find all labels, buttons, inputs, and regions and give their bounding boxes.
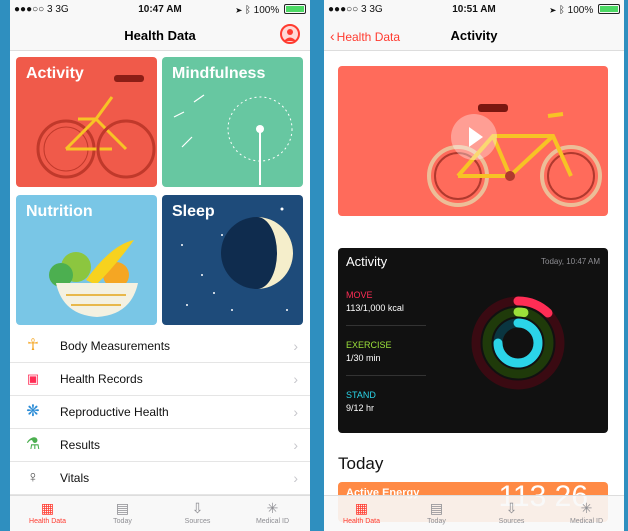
page-title: Activity	[450, 28, 498, 43]
status-bar: ●●●○○ 3 3G 10:51 AM ➤ ᛒ 100%	[324, 0, 624, 20]
battery-icon	[598, 4, 620, 14]
dandelion-icon	[173, 94, 293, 185]
play-icon[interactable]	[451, 114, 497, 160]
card-timestamp: Today, 10:47 AM	[541, 257, 600, 266]
battery-status: ➤ ᛒ 100%	[236, 4, 306, 16]
list-item-results[interactable]: ⚗ Results ›	[10, 429, 310, 462]
card-title: Activity	[346, 254, 388, 269]
medical-star-icon: ✳	[266, 500, 279, 516]
nav-bar: ‹ Health Data Activity	[324, 20, 624, 51]
tab-label: Health Data	[29, 518, 66, 525]
category-list: ☥ Body Measurements › ▣ Health Records ›…	[10, 330, 310, 495]
tab-health-data[interactable]: ▦ Health Data	[10, 500, 85, 525]
stand-label: STAND	[346, 390, 376, 400]
list-item-vitals[interactable]: ♀ Vitals ›	[10, 462, 310, 495]
flask-icon: ⚗	[25, 436, 41, 453]
stethoscope-icon: ♀	[27, 469, 39, 486]
tab-sources[interactable]: ⇩ Sources	[474, 500, 549, 525]
chevron-right-icon: ›	[293, 404, 298, 420]
records-icon: ▣	[26, 371, 40, 386]
exercise-label: EXERCISE	[346, 340, 392, 350]
download-icon: ⇩	[505, 500, 518, 516]
battery-percent: 100%	[567, 5, 594, 16]
activity-summary-card[interactable]: Activity Today, 10:47 AM MOVE 113/1,000 …	[338, 248, 608, 433]
status-bar: ●●●○○ 3 3G 10:47 AM ➤ ᛒ 100%	[10, 0, 310, 20]
download-icon: ⇩	[191, 500, 204, 516]
tab-bar: ▦ Health Data ▤ Today ⇩ Sources ✳ Medica…	[10, 495, 310, 531]
calendar-icon: ▤	[429, 500, 444, 516]
list-item-health-records[interactable]: ▣ Health Records ›	[10, 363, 310, 396]
list-item-body-measurements[interactable]: ☥ Body Measurements ›	[10, 330, 310, 363]
bicycle-icon	[36, 75, 156, 179]
tab-sources[interactable]: ⇩ Sources	[160, 500, 235, 525]
battery-percent: 100%	[253, 5, 280, 16]
profile-icon[interactable]	[280, 24, 300, 44]
activity-video[interactable]	[338, 66, 608, 216]
activity-screen: ●●●○○ 3 3G 10:51 AM ➤ ᛒ 100% ‹ Health Dat…	[324, 0, 624, 531]
today-header: Today	[338, 454, 384, 473]
battery-icon	[284, 4, 306, 14]
bluetooth-icon: ᛒ	[558, 5, 565, 16]
tile-mindfulness[interactable]: Mindfulness	[162, 57, 303, 187]
activity-rings	[471, 296, 565, 390]
tile-sleep[interactable]: Sleep	[162, 195, 303, 325]
medical-star-icon: ✳	[580, 500, 593, 516]
tile-nutrition[interactable]: Nutrition	[16, 195, 157, 325]
list-item-label: Results	[60, 438, 101, 452]
chevron-right-icon: ›	[293, 338, 298, 354]
tab-today[interactable]: ▤ Today	[399, 500, 474, 525]
tab-label: Sources	[498, 518, 525, 525]
chevron-right-icon: ›	[293, 371, 298, 387]
list-item-label: Health Records	[60, 372, 143, 386]
location-icon: ➤	[550, 5, 557, 16]
calendar-icon: ▤	[115, 500, 130, 516]
tab-label: Today	[427, 518, 446, 525]
tab-label: Medical ID	[255, 518, 290, 525]
chevron-right-icon: ›	[293, 470, 298, 486]
grid-icon: ▦	[354, 500, 369, 516]
divider	[346, 375, 426, 376]
list-item-label: Body Measurements	[60, 339, 171, 353]
health-data-screen: ●●●○○ 3 3G 10:47 AM ➤ ᛒ 100% Health Data…	[10, 0, 310, 531]
fruit-bowl-icon	[49, 240, 138, 317]
battery-status: ➤ ᛒ 100%	[550, 4, 620, 16]
stand-value: 9/12 hr	[346, 403, 375, 413]
list-item-reproductive-health[interactable]: ❋ Reproductive Health ›	[10, 396, 310, 429]
chevron-right-icon: ›	[293, 437, 298, 453]
reproductive-icon: ❋	[26, 403, 40, 420]
body-icon: ☥	[27, 337, 39, 354]
tab-medical-id[interactable]: ✳ Medical ID	[235, 500, 310, 525]
page-title: Health Data	[124, 28, 196, 43]
move-value: 113/1,000 kcal	[346, 303, 404, 313]
tab-bar: ▦ Health Data ▤ Today ⇩ Sources ✳ Medica…	[324, 495, 624, 531]
moon-icon	[181, 207, 293, 311]
bluetooth-icon: ᛒ	[244, 5, 251, 16]
tile-activity[interactable]: Activity	[16, 57, 157, 187]
tab-health-data[interactable]: ▦ Health Data	[324, 500, 399, 525]
tab-label: Today	[113, 518, 132, 525]
move-label: MOVE	[346, 290, 373, 300]
list-item-label: Vitals	[60, 471, 90, 485]
divider	[346, 325, 426, 326]
list-item-label: Reproductive Health	[60, 405, 169, 419]
tab-label: Medical ID	[569, 518, 604, 525]
exercise-value: 1/30 min	[346, 353, 381, 363]
tab-medical-id[interactable]: ✳ Medical ID	[549, 500, 624, 525]
tab-label: Sources	[184, 518, 211, 525]
tab-label: Health Data	[343, 518, 380, 525]
grid-icon: ▦	[40, 500, 55, 516]
nav-bar: Health Data	[10, 20, 310, 51]
tab-today[interactable]: ▤ Today	[85, 500, 160, 525]
location-icon: ➤	[236, 5, 243, 16]
